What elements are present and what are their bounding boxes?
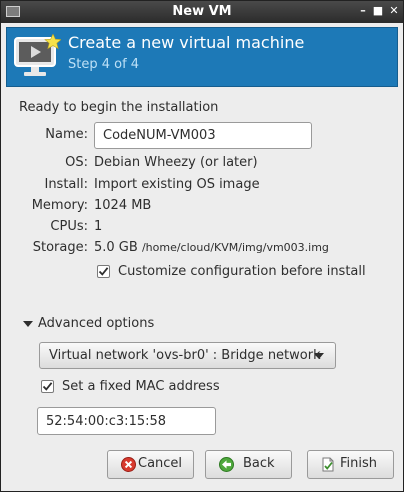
new-vm-monitor-icon: [14, 34, 61, 76]
cancel-label: Cancel: [138, 456, 183, 471]
memory-value: 1024 MB: [94, 198, 152, 213]
network-select-value: Virtual network 'ovs-br0' : Bridge netwo…: [49, 348, 321, 363]
fixed-mac-label[interactable]: Set a fixed MAC address: [62, 379, 220, 394]
install-label: Install:: [44, 177, 88, 192]
wizard-step: Step 4 of 4: [68, 57, 140, 72]
checkmark-icon: [98, 267, 109, 276]
minimize-icon[interactable]: –: [356, 4, 370, 18]
back-button[interactable]: Back: [205, 450, 292, 479]
storage-size: 5.0 GB: [94, 240, 138, 255]
ready-text: Ready to begin the installation: [19, 100, 219, 115]
os-value: Debian Wheezy (or later): [94, 155, 258, 170]
fixed-mac-checkbox[interactable]: [41, 380, 54, 393]
install-value: Import existing OS image: [94, 177, 260, 192]
cpus-label: CPUs:: [50, 219, 88, 234]
name-label: Name:: [45, 127, 88, 142]
back-arrow-icon: [219, 457, 234, 472]
name-input[interactable]: [94, 122, 312, 149]
maximize-icon[interactable]: ■: [371, 4, 385, 18]
mac-address-input[interactable]: [37, 407, 216, 435]
memory-label: Memory:: [31, 198, 88, 213]
wizard-heading: Create a new virtual machine: [68, 33, 305, 52]
cancel-icon: [121, 457, 136, 472]
window-title: New VM: [172, 4, 232, 19]
storage-path: /home/cloud/KVM/img/vm003.img: [141, 241, 329, 254]
network-select[interactable]: Virtual network 'ovs-br0' : Bridge netwo…: [39, 342, 336, 369]
expander-arrow-icon[interactable]: [23, 321, 33, 327]
customize-label[interactable]: Customize configuration before install: [118, 264, 366, 279]
wizard-banner: Create a new virtual machine Step 4 of 4: [6, 27, 398, 87]
titlebar[interactable]: New VM – ■ ✕: [1, 1, 403, 23]
cancel-button[interactable]: Cancel: [107, 450, 194, 479]
finish-label: Finish: [340, 456, 378, 471]
close-icon[interactable]: ✕: [387, 4, 401, 18]
back-label: Back: [243, 456, 275, 471]
customize-checkbox[interactable]: [97, 265, 110, 278]
dropdown-arrow-icon: [314, 353, 324, 359]
os-label: OS:: [65, 155, 88, 170]
finish-icon: [322, 457, 334, 472]
new-vm-dialog: New VM – ■ ✕ Create a new virtual machin…: [0, 0, 404, 492]
finish-button[interactable]: Finish: [307, 450, 394, 479]
storage-value: 5.0 GB /home/cloud/KVM/img/vm003.img: [94, 240, 329, 255]
advanced-options-expander[interactable]: Advanced options: [38, 316, 154, 331]
checkmark-icon: [42, 382, 53, 391]
cpus-value: 1: [94, 219, 103, 234]
storage-label: Storage:: [32, 240, 88, 255]
